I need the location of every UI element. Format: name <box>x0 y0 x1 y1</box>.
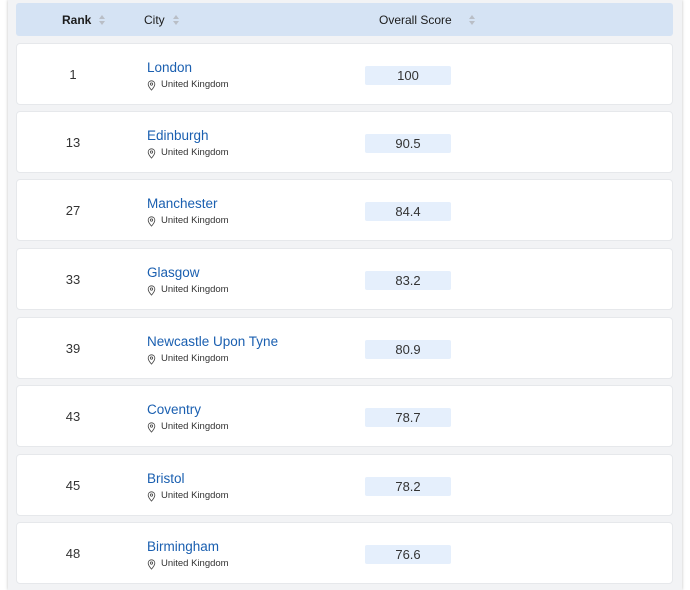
sort-arrows-icon[interactable] <box>468 14 475 25</box>
rank-value: 27 <box>65 202 81 218</box>
score-badge: 76.6 <box>365 545 451 564</box>
city-link[interactable]: Glasgow <box>147 265 229 281</box>
score-header-label: Overall Score <box>379 12 452 27</box>
city-cell: Edinburgh United Kingdom <box>147 128 229 159</box>
rank-value: 48 <box>65 545 81 561</box>
rank-value: 43 <box>65 408 81 424</box>
country-label: United Kingdom <box>147 490 229 502</box>
rank-value: 33 <box>65 271 81 287</box>
ranking-table: Rank City Overall Score 1 London United … <box>8 0 682 590</box>
city-cell: Glasgow United Kingdom <box>147 265 229 296</box>
table-row: 43 Coventry United Kingdom 78.7 <box>16 385 673 447</box>
city-link[interactable]: Coventry <box>147 402 229 418</box>
city-cell: Manchester United Kingdom <box>147 196 229 227</box>
score-badge: 78.7 <box>365 408 451 427</box>
rank-header-label: Rank <box>62 12 92 27</box>
country-label: United Kingdom <box>147 284 229 296</box>
location-pin-icon <box>147 353 156 365</box>
location-pin-icon <box>147 215 156 227</box>
city-link[interactable]: London <box>147 60 229 76</box>
location-pin-icon <box>147 490 156 502</box>
city-link[interactable]: Newcastle Upon Tyne <box>147 334 278 350</box>
country-label: United Kingdom <box>147 421 229 433</box>
city-header-label: City <box>144 12 165 27</box>
country-label: United Kingdom <box>147 79 229 91</box>
table-row: 27 Manchester United Kingdom 84.4 <box>16 179 673 241</box>
rank-column-header[interactable]: Rank <box>62 3 106 36</box>
score-column-header[interactable]: Overall Score <box>379 3 475 36</box>
location-pin-icon <box>147 558 156 570</box>
country-label: United Kingdom <box>147 215 229 227</box>
score-badge: 83.2 <box>365 271 451 290</box>
country-name: United Kingdom <box>161 421 229 432</box>
location-pin-icon <box>147 147 156 159</box>
rank-value: 39 <box>65 340 81 356</box>
score-badge: 100 <box>365 66 451 85</box>
country-name: United Kingdom <box>161 353 229 364</box>
country-name: United Kingdom <box>161 558 229 569</box>
rank-value: 1 <box>69 66 77 82</box>
country-name: United Kingdom <box>161 79 229 90</box>
score-badge: 84.4 <box>365 202 451 221</box>
city-cell: London United Kingdom <box>147 60 229 91</box>
country-name: United Kingdom <box>161 147 229 158</box>
country-label: United Kingdom <box>147 147 229 159</box>
city-cell: Newcastle Upon Tyne United Kingdom <box>147 334 278 365</box>
city-link[interactable]: Birmingham <box>147 539 229 555</box>
score-badge: 78.2 <box>365 477 451 496</box>
city-link[interactable]: Bristol <box>147 471 229 487</box>
country-label: United Kingdom <box>147 558 229 570</box>
table-row: 1 London United Kingdom 100 <box>16 43 673 105</box>
location-pin-icon <box>147 79 156 91</box>
table-row: 39 Newcastle Upon Tyne United Kingdom 80… <box>16 317 673 379</box>
country-name: United Kingdom <box>161 284 229 295</box>
location-pin-icon <box>147 421 156 433</box>
sort-arrows-icon[interactable] <box>172 14 179 25</box>
sort-arrows-icon[interactable] <box>99 14 106 25</box>
country-label: United Kingdom <box>147 353 278 365</box>
rank-value: 45 <box>65 477 81 493</box>
city-cell: Birmingham United Kingdom <box>147 539 229 570</box>
city-column-header[interactable]: City <box>144 3 179 36</box>
table-row: 13 Edinburgh United Kingdom 90.5 <box>16 111 673 173</box>
country-name: United Kingdom <box>161 215 229 226</box>
location-pin-icon <box>147 284 156 296</box>
city-cell: Bristol United Kingdom <box>147 471 229 502</box>
table-row: 45 Bristol United Kingdom 78.2 <box>16 454 673 516</box>
rank-value: 13 <box>65 134 81 150</box>
country-name: United Kingdom <box>161 490 229 501</box>
table-row: 48 Birmingham United Kingdom 76.6 <box>16 522 673 584</box>
table-row: 33 Glasgow United Kingdom 83.2 <box>16 248 673 310</box>
city-cell: Coventry United Kingdom <box>147 402 229 433</box>
score-badge: 80.9 <box>365 340 451 359</box>
city-link[interactable]: Manchester <box>147 196 229 212</box>
table-header: Rank City Overall Score <box>16 3 673 36</box>
city-link[interactable]: Edinburgh <box>147 128 229 144</box>
score-badge: 90.5 <box>365 134 451 153</box>
